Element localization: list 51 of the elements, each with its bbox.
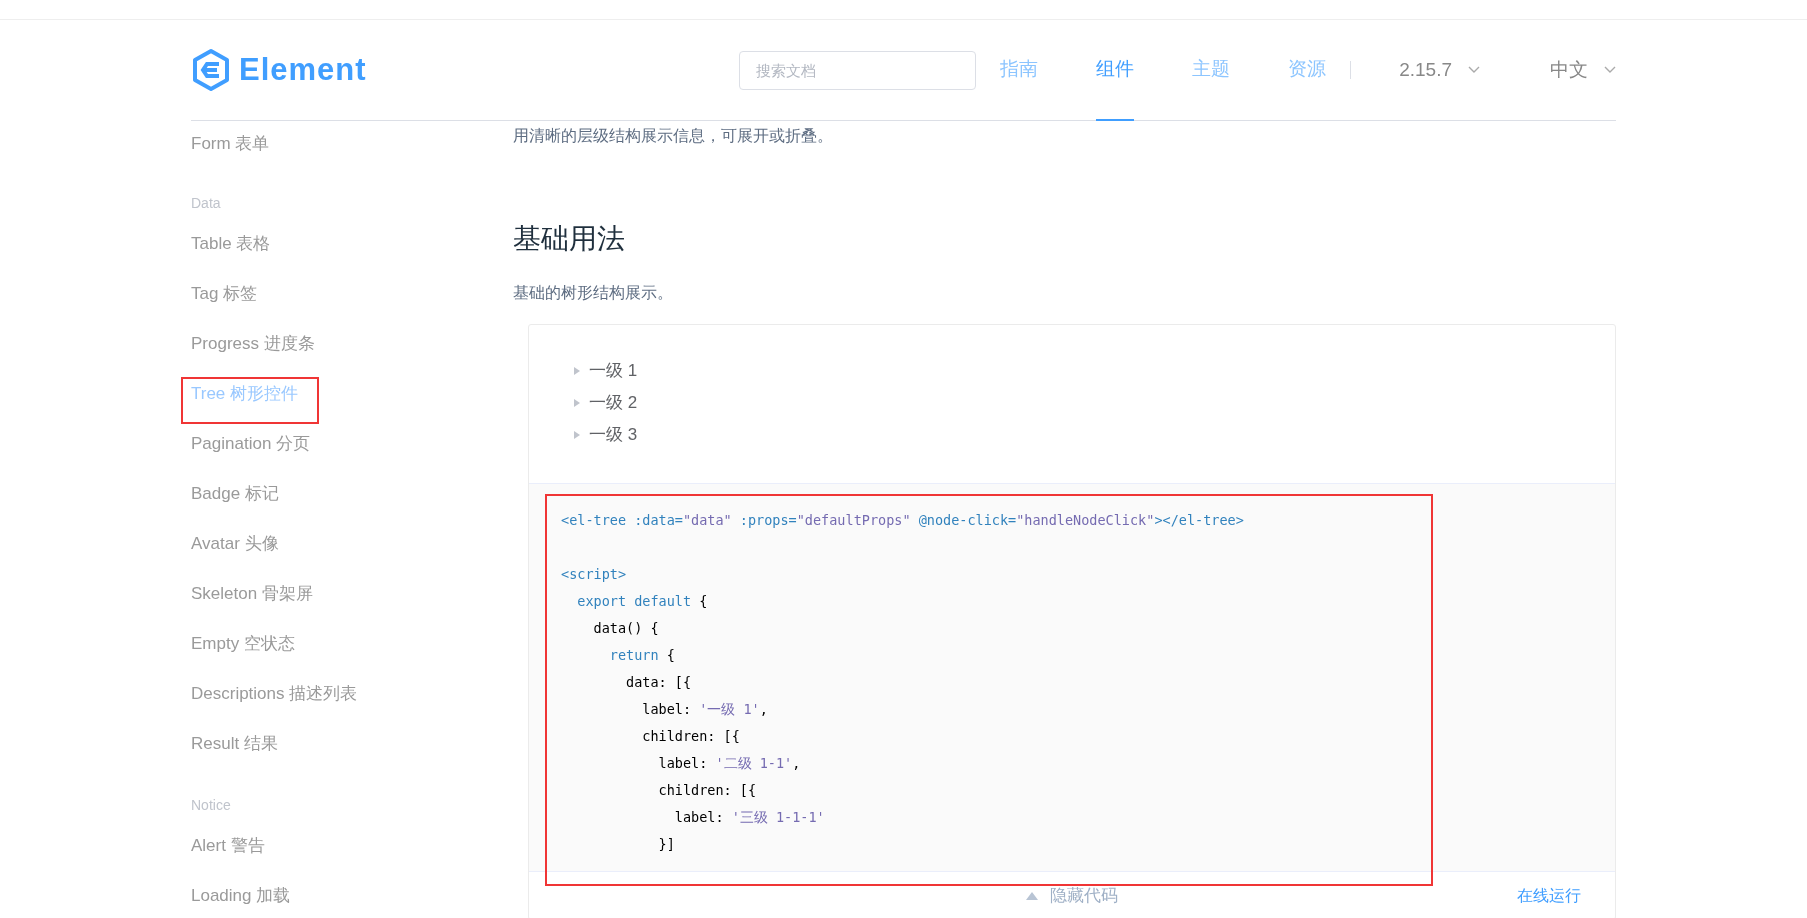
nav-link[interactable]: 主题 <box>1192 20 1231 121</box>
sidebar-link[interactable]: Result 结果 <box>191 719 513 769</box>
code-line: }] <box>657 835 676 854</box>
triangle-up-icon <box>1026 891 1038 900</box>
expand-arrow-icon[interactable] <box>573 398 581 408</box>
sidebar-group-label: Data <box>191 194 222 213</box>
logo-icon <box>191 48 231 92</box>
code-line: label: '二级 1-1', <box>657 754 802 773</box>
code-line: label: '一级 1', <box>641 700 769 719</box>
hide-code-button[interactable]: 隐藏代码 <box>1026 882 1118 909</box>
sidebar-link[interactable]: Form 表单 <box>191 121 513 167</box>
logo-text: Element <box>239 50 367 89</box>
language-dropdown[interactable]: 中文 <box>1550 20 1616 120</box>
expand-arrow-icon[interactable] <box>573 430 581 440</box>
sidebar-link[interactable]: Descriptions 描述列表 <box>191 669 513 719</box>
code-line: export default { <box>576 592 709 611</box>
sidebar-link[interactable]: Tag 标签 <box>191 269 513 319</box>
sidebar-link[interactable]: Pagination 分页 <box>191 419 513 469</box>
sidebar-link[interactable]: Table 表格 <box>191 219 513 269</box>
code-line: children: [{ <box>657 781 758 800</box>
sidebar-group-label: Notice <box>191 796 232 815</box>
sidebar-link[interactable]: Skeleton 骨架屏 <box>191 569 513 619</box>
code-line: <el-tree :data="data" :props="defaultProps" @node-click="handleNodeClick"></el-tree> <box>561 511 1245 530</box>
section-description: 基础的树形结构展示。 <box>513 283 674 303</box>
description-text: 用清晰的层级结构展示信息，可展开或折叠。 <box>513 126 834 146</box>
version-dropdown[interactable]: 2.15.7 <box>1399 20 1480 120</box>
nav-link[interactable]: 指南 <box>1000 20 1039 121</box>
chevron-down-icon <box>1604 66 1616 74</box>
tree-node-label[interactable]: 一级 2 <box>589 390 638 416</box>
expand-arrow-icon[interactable] <box>573 366 581 376</box>
code-line: <script> <box>561 565 628 584</box>
search-field[interactable]: 搜索文档 <box>739 50 977 90</box>
code-line: return { <box>608 646 676 665</box>
sidebar-link[interactable]: Alert 警告 <box>191 821 513 871</box>
sidebar-link[interactable]: Tree 树形控件 <box>191 369 513 419</box>
nav-link[interactable]: 资源 <box>1288 20 1327 121</box>
sidebar-link[interactable]: Progress 进度条 <box>191 319 513 369</box>
chevron-down-icon <box>1468 66 1480 74</box>
tree-node-label[interactable]: 一级 1 <box>589 358 638 384</box>
nav-link[interactable]: 组件 <box>1096 20 1135 121</box>
sidebar-link[interactable]: Empty 空状态 <box>191 619 513 669</box>
code-line: data: [{ <box>625 673 693 692</box>
sidebar-link[interactable]: Avatar 头像 <box>191 519 513 569</box>
run-online-link[interactable]: 在线运行 <box>1517 883 1581 908</box>
sidebar-link[interactable]: Loading 加载 <box>191 871 513 918</box>
tree-node-label[interactable]: 一级 3 <box>589 422 638 448</box>
code-line: data() { <box>592 619 660 638</box>
sidebar-link[interactable]: Badge 标记 <box>191 469 513 519</box>
section-title: 基础用法 <box>513 222 626 256</box>
code-line: label: '三级 1-1-1' <box>673 808 826 827</box>
code-line: children: [{ <box>641 727 741 746</box>
